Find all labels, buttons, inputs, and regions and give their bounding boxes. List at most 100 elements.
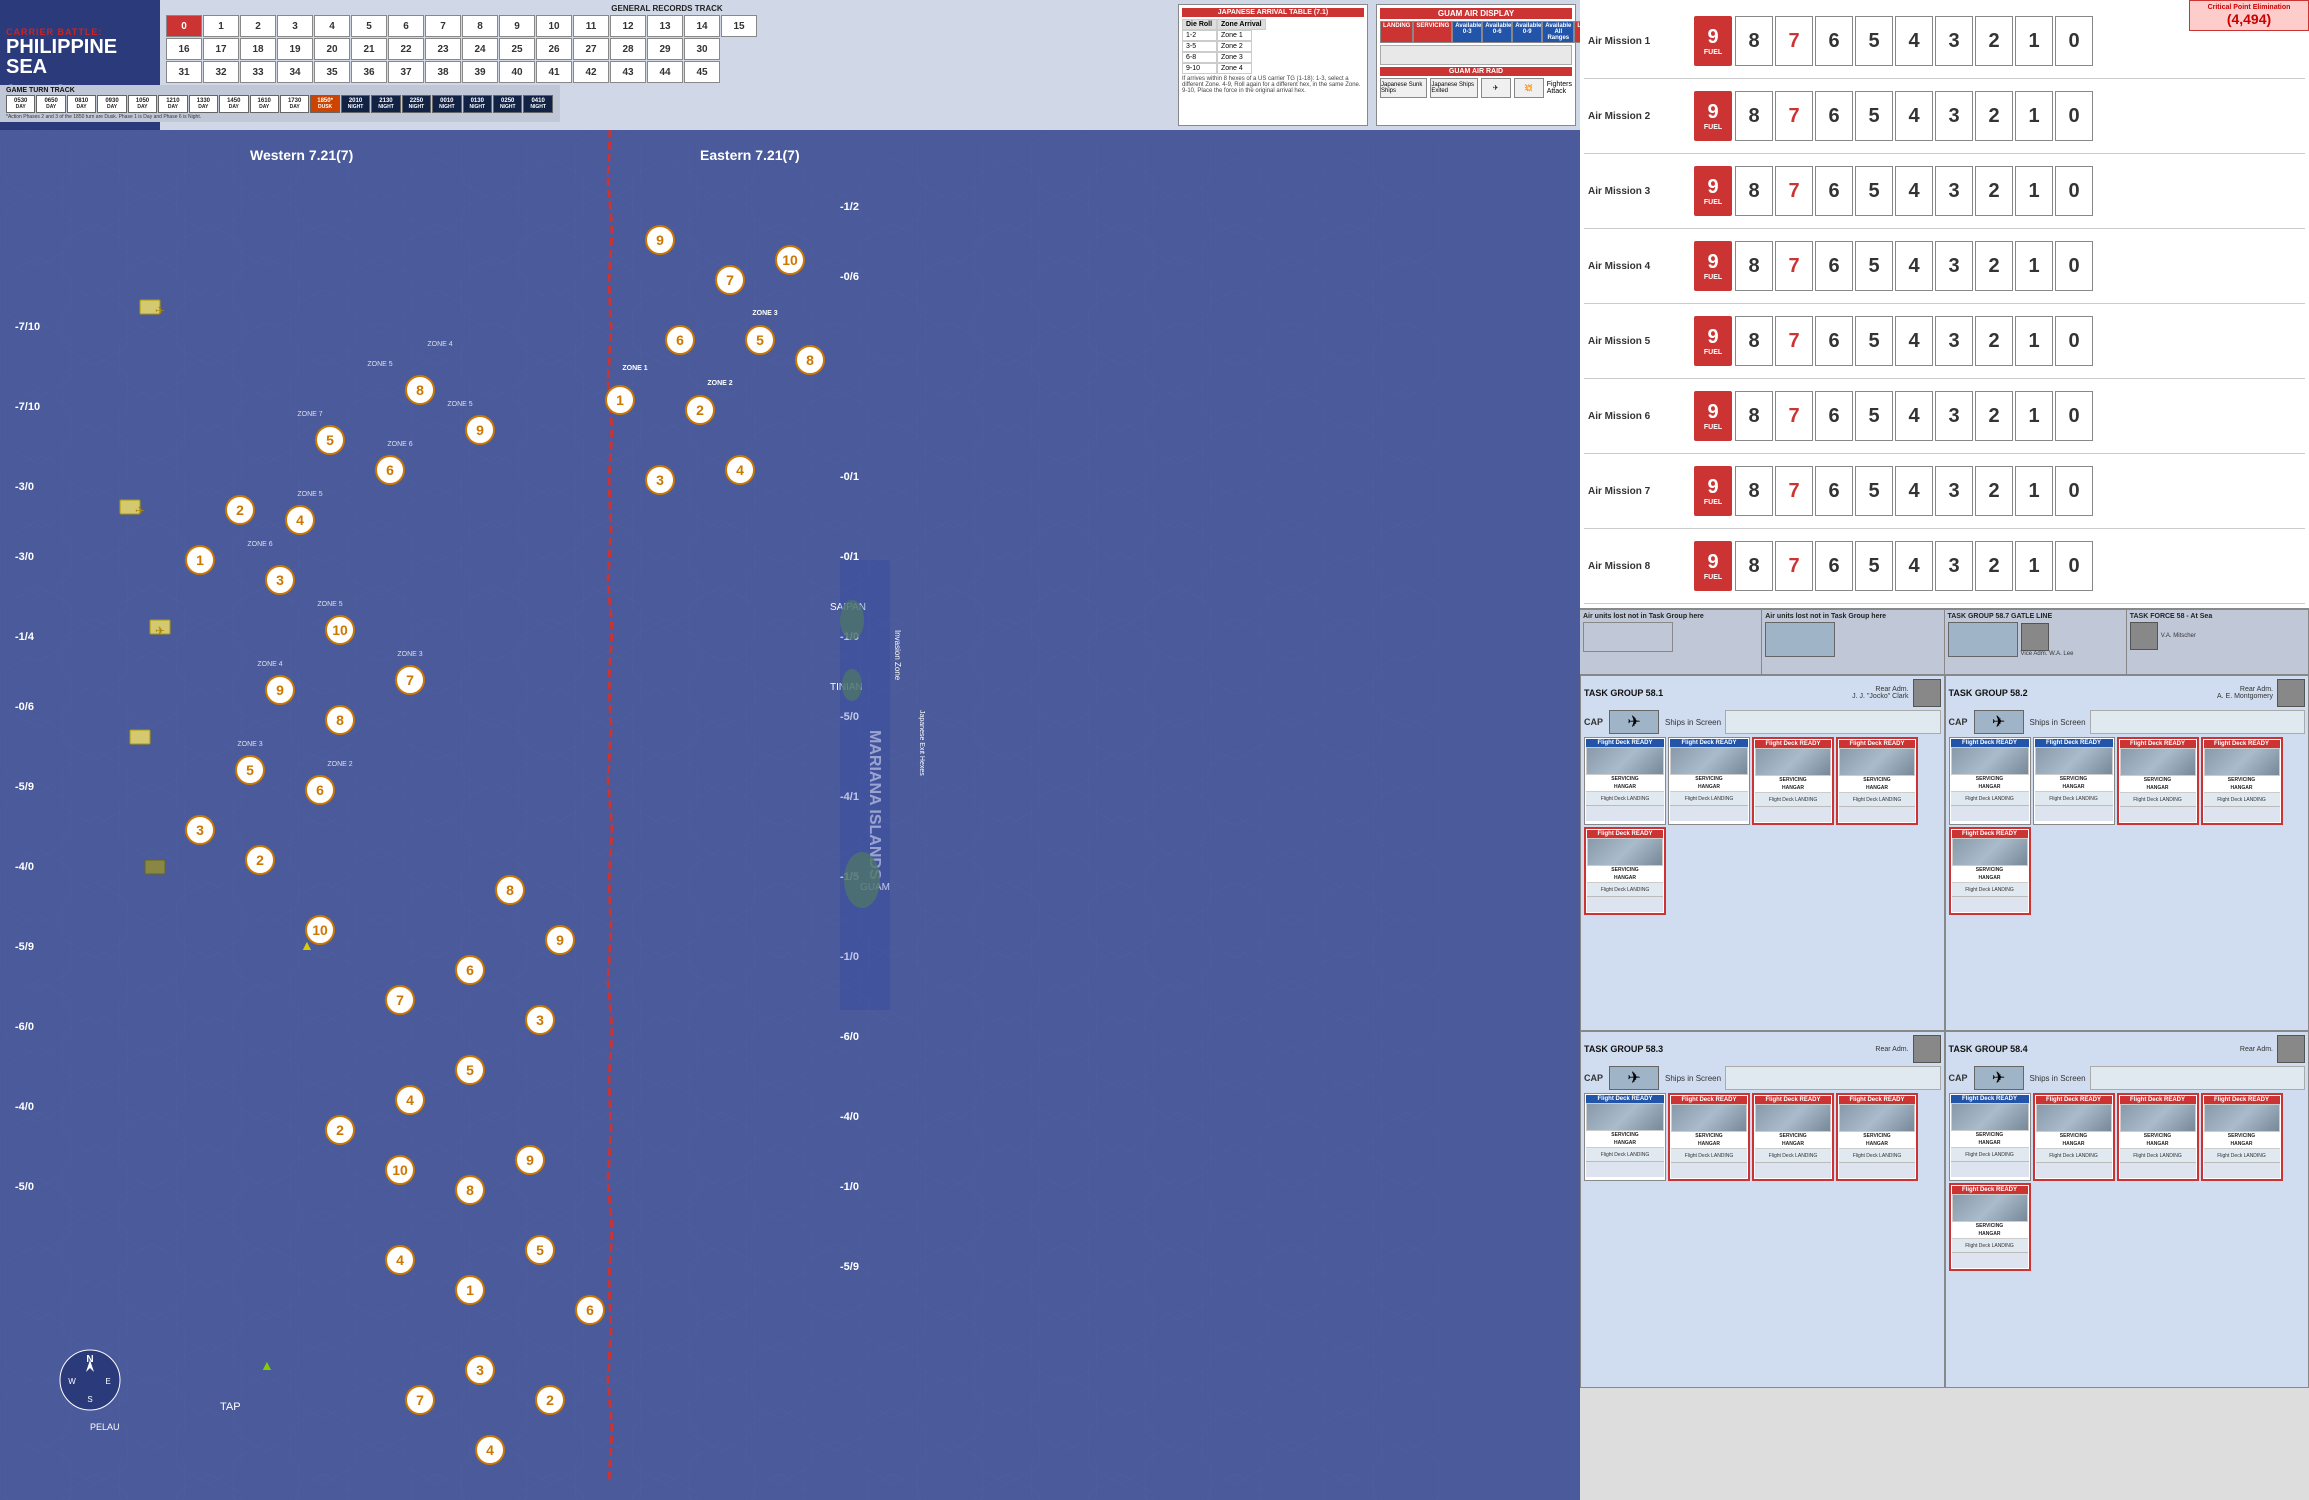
game-turn-track: GAME TURN TRACK 0530DAY0650DAY0810DAY093… xyxy=(0,85,560,122)
cc-landing: Flight Deck LANDING xyxy=(1951,791,2029,805)
guam-air-raid-label: GUAM AIR RAID xyxy=(1380,67,1572,76)
cc-status-label: SERVICING xyxy=(1952,866,2028,874)
grt-cell-15: 15 xyxy=(721,15,757,37)
jat-zone-4: Zone 4 xyxy=(1217,63,1252,74)
am-num-1-8: 8 xyxy=(1735,16,1773,66)
tg581-admiral-name: J. J. "Jocko" Clark xyxy=(1852,693,1908,700)
svg-text:5: 5 xyxy=(756,332,764,348)
am-num-2-0: 0 xyxy=(2055,91,2093,141)
svg-text:E: E xyxy=(105,1377,110,1386)
svg-text:ZONE 4: ZONE 4 xyxy=(427,341,452,348)
svg-text:ZONE 5: ZONE 5 xyxy=(367,361,392,368)
svg-text:2: 2 xyxy=(236,502,244,518)
am-fuel-box-2: 9FUEL xyxy=(1694,91,1732,141)
tg584-carriers: Flight Deck READY SERVICING HANGAR Fligh… xyxy=(1949,1093,2306,1271)
gad-avail-all: Available All Ranges xyxy=(1542,21,1574,43)
right-panel: Critical Point Elimination (4,494) Air M… xyxy=(1580,0,2309,1500)
cc-hangar-label: HANGAR xyxy=(1671,1140,1747,1148)
grt-cell-41: 41 xyxy=(536,61,572,83)
svg-text:ZONE 4: ZONE 4 xyxy=(257,661,282,668)
cc-ready-title: Flight Deck READY xyxy=(1951,1095,2029,1103)
svg-text:Eastern 7.21(7): Eastern 7.21(7) xyxy=(700,147,800,163)
gtt-cell-4: 1050DAY xyxy=(128,95,157,113)
cc-image xyxy=(1952,1194,2028,1222)
gtt-cell-11: 2010NIGHT xyxy=(341,95,370,113)
svg-text:-3/0: -3/0 xyxy=(15,481,34,493)
am-num-6-2: 2 xyxy=(1975,391,2013,441)
am-num-4-5: 5 xyxy=(1855,241,1893,291)
tg582-cap-row: CAP ✈ Ships in Screen xyxy=(1949,710,2306,734)
cc-ready-title: Flight Deck READY xyxy=(1670,739,1748,747)
tg584-cap-row: CAP ✈ Ships in Screen xyxy=(1949,1066,2306,1090)
am-num-1-4: 4 xyxy=(1895,16,1933,66)
grt-cell-31: 31 xyxy=(166,61,202,83)
cc-landing: Flight Deck LANDING xyxy=(2036,1148,2112,1162)
am-num-3-3: 3 xyxy=(1935,166,1973,216)
gad-servicing: SERVICING xyxy=(1413,21,1452,43)
grt-cell-6: 6 xyxy=(388,15,424,37)
cc-landing: Flight Deck LANDING xyxy=(1952,882,2028,896)
am-num-2-8: 8 xyxy=(1735,91,1773,141)
gtt-cell-12: 2130NIGHT xyxy=(371,95,400,113)
svg-text:W: W xyxy=(68,1377,76,1386)
carrier-card: Flight Deck READY SERVICING HANGAR Fligh… xyxy=(2117,737,2199,825)
gtt-cell-7: 1450DAY xyxy=(219,95,248,113)
grt-cell-42: 42 xyxy=(573,61,609,83)
cc-landing: Flight Deck LANDING xyxy=(1951,1147,2029,1161)
svg-text:7: 7 xyxy=(406,672,414,688)
svg-text:5: 5 xyxy=(246,762,254,778)
am-num-5-4: 4 xyxy=(1895,316,1933,366)
cc-image xyxy=(1951,747,2029,775)
tg584-header: TASK GROUP 58.4 Rear Adm. xyxy=(1949,1035,2306,1063)
cc-image xyxy=(1952,838,2028,866)
svg-text:ZONE 2: ZONE 2 xyxy=(707,380,732,387)
am-num-7-4: 4 xyxy=(1895,466,1933,516)
cc-status-label: SERVICING xyxy=(1839,776,1915,784)
am-num-5-8: 8 xyxy=(1735,316,1773,366)
gtt-cell-16: 0250NIGHT xyxy=(493,95,522,113)
tg581-carriers: Flight Deck READY SERVICING HANGAR Fligh… xyxy=(1584,737,1941,915)
svg-text:PELAU: PELAU xyxy=(90,1422,120,1432)
air-units-panels: Air units lost not in Task Group here Ai… xyxy=(1580,610,2309,675)
am-num-6-6: 6 xyxy=(1815,391,1853,441)
grt-cell-2: 2 xyxy=(240,15,276,37)
am-num-3-8: 8 xyxy=(1735,166,1773,216)
am-num-7-1: 1 xyxy=(2015,466,2053,516)
grt-cell-39: 39 xyxy=(462,61,498,83)
am-fuel-box-6: 9FUEL xyxy=(1694,391,1732,441)
grt-row1: 0123456789101112131415 xyxy=(166,15,1168,37)
carrier-card: Flight Deck READY SERVICING HANGAR Fligh… xyxy=(1584,827,1666,915)
air-mission-row-7: Air Mission 79FUEL876543210 xyxy=(1584,454,2305,529)
am-fuel-box-4: 9FUEL xyxy=(1694,241,1732,291)
jat-die-3: 6-8 xyxy=(1182,52,1217,63)
svg-text:-5/9: -5/9 xyxy=(15,781,34,793)
cc-hangar-label: HANGAR xyxy=(1586,783,1664,791)
grt-cell-29: 29 xyxy=(647,38,683,60)
svg-text:-7/10: -7/10 xyxy=(15,321,40,333)
am-num-5-3: 3 xyxy=(1935,316,1973,366)
cc-hangar-label: HANGAR xyxy=(1587,874,1663,882)
carrier-card: Flight Deck READY SERVICING HANGAR Fligh… xyxy=(1584,737,1666,825)
carrier-card: Flight Deck READY SERVICING HANGAR Fligh… xyxy=(1949,1183,2031,1271)
grt-cell-38: 38 xyxy=(425,61,461,83)
grt-cell-1: 1 xyxy=(203,15,239,37)
critical-point-box: Critical Point Elimination (4,494) xyxy=(2189,0,2309,31)
fighters-icon: ✈ xyxy=(1481,78,1511,98)
cc-hangar-label: HANGAR xyxy=(2035,783,2113,791)
jat-row-4: 9-10 Zone 4 xyxy=(1182,63,1364,74)
svg-text:8: 8 xyxy=(466,1182,474,1198)
svg-text:10: 10 xyxy=(392,1162,408,1178)
svg-text:ZONE 5: ZONE 5 xyxy=(447,401,472,408)
cc-ready-title: Flight Deck READY xyxy=(1587,830,1663,838)
tg583-admiral-rank: Rear Adm. xyxy=(1875,1046,1908,1053)
air-mission-row-3: Air Mission 39FUEL876543210 xyxy=(1584,154,2305,229)
svg-text:▲: ▲ xyxy=(300,937,314,953)
guam-air-display: GUAM AIR DISPLAY LANDING SERVICING Avail… xyxy=(1376,4,1576,126)
am-num-3-1: 1 xyxy=(2015,166,2053,216)
cc-ready-title: Flight Deck READY xyxy=(1755,740,1831,748)
grt-cell-4: 4 xyxy=(314,15,350,37)
cc-landing: Flight Deck LANDING xyxy=(2204,1148,2280,1162)
air-missions-area: Air Mission 19FUEL876543210Air Mission 2… xyxy=(1580,0,2309,610)
svg-text:-0/1: -0/1 xyxy=(840,471,859,483)
cc-hangar-label: HANGAR xyxy=(1586,1139,1664,1147)
